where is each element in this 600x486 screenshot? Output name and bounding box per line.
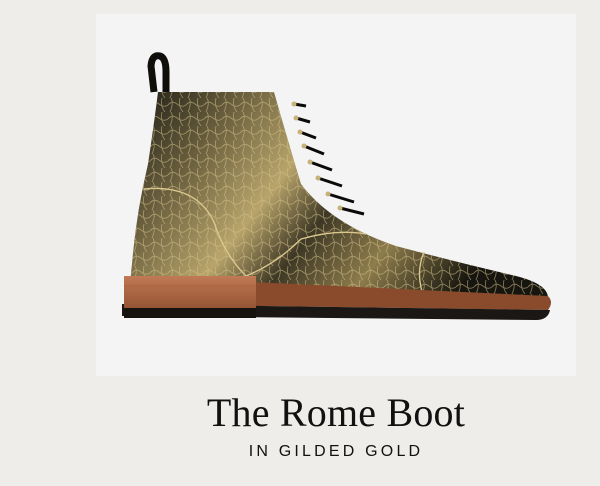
boot-image — [122, 52, 551, 320]
product-variant: IN GILDED GOLD — [248, 443, 424, 460]
product-photo[interactable] — [96, 14, 576, 376]
product-title[interactable]: The Rome Boot — [0, 388, 600, 438]
pull-loop — [147, 52, 170, 94]
